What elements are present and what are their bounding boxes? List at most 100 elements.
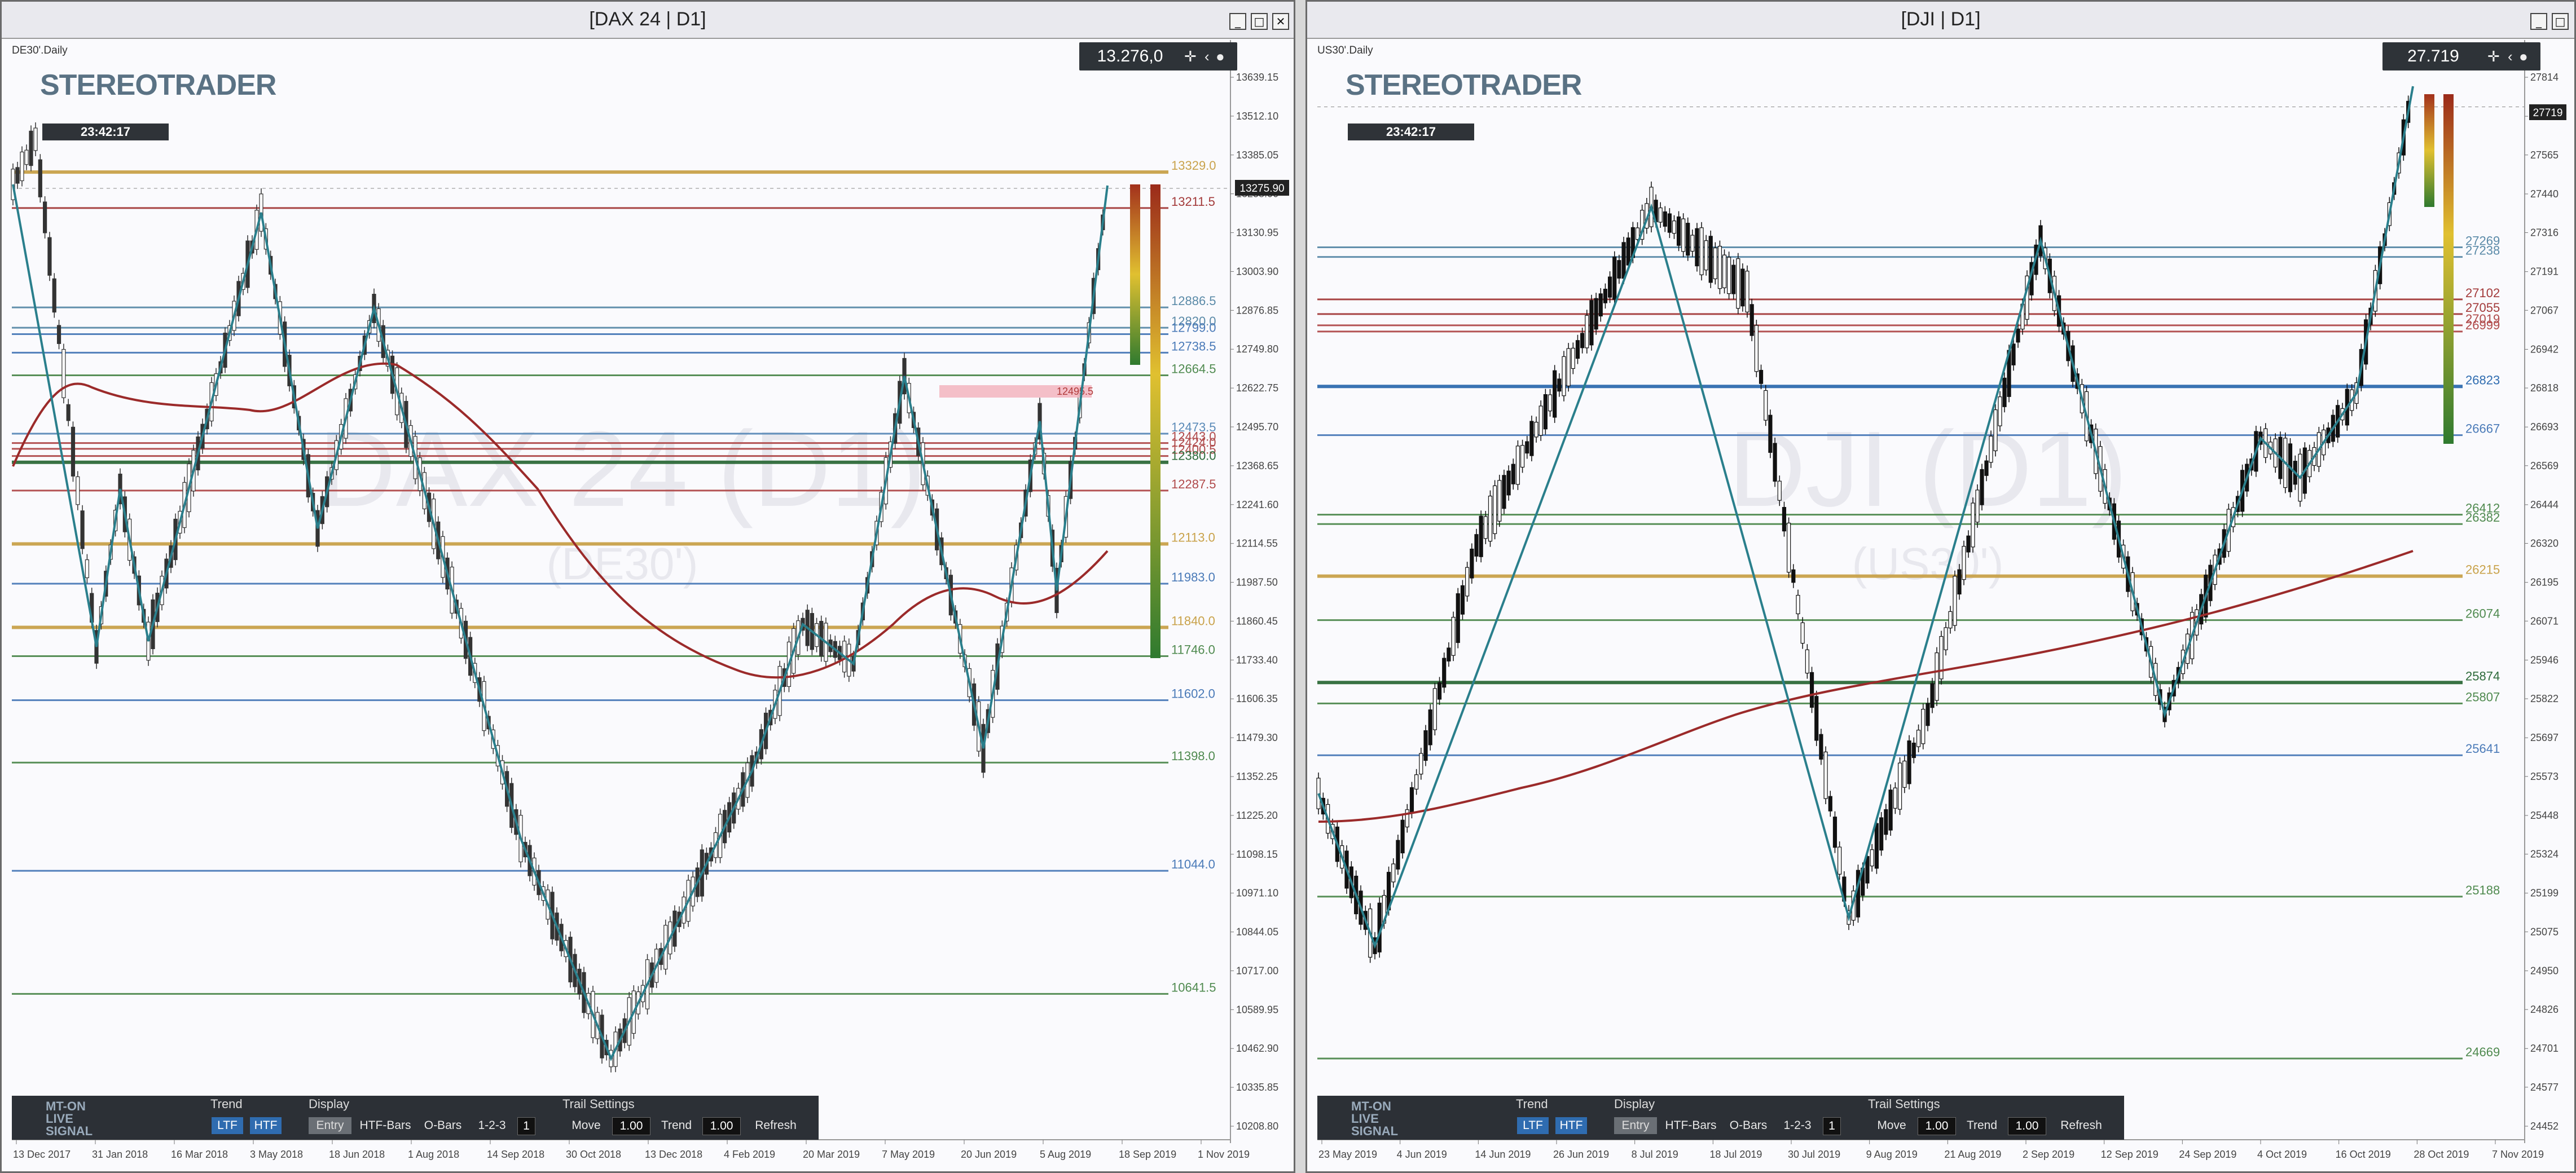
display-count-input[interactable]: 1 bbox=[517, 1117, 535, 1135]
dax-price-chart[interactable]: DAX 24 (D1) (DE30') 13329.013211.512886.… bbox=[2, 38, 1294, 1171]
x-tick-label: 3 May 2018 bbox=[250, 1149, 303, 1160]
level-label: 26382 bbox=[2465, 510, 2500, 524]
arrow-icon[interactable]: ✛ bbox=[1184, 42, 1197, 70]
trail-settings-title: Trail Settings bbox=[1868, 1097, 1940, 1111]
x-tick-label: 5 Aug 2019 bbox=[1040, 1149, 1091, 1160]
display-entry-toggle[interactable]: Entry bbox=[309, 1117, 351, 1134]
arrow-icon[interactable]: ✛ bbox=[2487, 42, 2500, 70]
x-tick-label: 1 Aug 2018 bbox=[408, 1149, 459, 1160]
y-tick-label: 27316 bbox=[2530, 227, 2559, 239]
trend-title: Trend bbox=[210, 1097, 243, 1111]
chevron-left-icon[interactable]: ‹ bbox=[1205, 42, 1210, 70]
y-tick-label: 26693 bbox=[2530, 421, 2559, 433]
candle-body bbox=[1525, 441, 1529, 454]
x-tick-label: 20 Jun 2019 bbox=[961, 1149, 1017, 1160]
candle-body bbox=[1902, 760, 1907, 788]
level-label: 12287.5 bbox=[1171, 477, 1216, 491]
signal-bar-green bbox=[2424, 94, 2434, 207]
toggle-icon[interactable]: ● bbox=[1216, 42, 1225, 70]
y-tick-label: 13639.15 bbox=[1236, 72, 1278, 83]
level-label: 26074 bbox=[2465, 607, 2500, 621]
candle-body bbox=[1456, 593, 1460, 643]
trend-ltf-toggle[interactable]: LTF bbox=[1517, 1117, 1549, 1134]
display-o-bars-toggle[interactable]: O-Bars bbox=[420, 1117, 465, 1134]
candle-body bbox=[20, 151, 24, 182]
toggle-icon[interactable]: ● bbox=[2519, 42, 2528, 70]
y-tick-label: 24701 bbox=[2530, 1043, 2559, 1054]
dji-chart-window[interactable]: [DJI | D1] _ □ DJI (D1) (US30') 27269 272… bbox=[1305, 0, 2576, 1173]
plot-area bbox=[12, 40, 1230, 1140]
trend-ltf-toggle[interactable]: LTF bbox=[212, 1117, 243, 1134]
candle-body bbox=[1838, 846, 1842, 875]
display-htf-bars-toggle[interactable]: HTF-Bars bbox=[1663, 1117, 1719, 1134]
display-o-bars-toggle[interactable]: O-Bars bbox=[1726, 1117, 1771, 1134]
y-tick-label: 25199 bbox=[2530, 888, 2559, 899]
signal-bar-green bbox=[1130, 184, 1140, 365]
y-tick-label: 13385.05 bbox=[1236, 149, 1278, 161]
display-123-toggle[interactable]: 1-2-3 bbox=[472, 1117, 512, 1134]
maximize-button[interactable]: □ bbox=[2552, 13, 2569, 30]
candle-body bbox=[1782, 507, 1787, 532]
minimize-button[interactable]: _ bbox=[1229, 13, 1246, 30]
y-tick-label: 10971.10 bbox=[1236, 888, 1278, 899]
candle-body bbox=[1975, 490, 1980, 523]
y-tick-label: 12368.65 bbox=[1236, 460, 1278, 471]
y-tick-label: 24950 bbox=[2530, 965, 2559, 976]
y-tick-label: 27067 bbox=[2530, 305, 2559, 316]
refresh-button[interactable]: Refresh bbox=[2053, 1117, 2109, 1134]
candle-body bbox=[1791, 569, 1796, 583]
display-entry-toggle[interactable]: Entry bbox=[1614, 1117, 1657, 1134]
candle-body bbox=[1921, 708, 1926, 744]
candle-body bbox=[1800, 622, 1805, 644]
candle-body bbox=[1423, 730, 1428, 761]
y-tick-label: 25324 bbox=[2530, 849, 2559, 860]
x-tick-label: 7 May 2019 bbox=[882, 1149, 935, 1160]
candle-body bbox=[52, 278, 56, 313]
chevron-left-icon[interactable]: ‹ bbox=[2508, 42, 2513, 70]
display-htf-bars-toggle[interactable]: HTF-Bars bbox=[357, 1117, 414, 1134]
window-titlebar[interactable]: [DAX 24 | D1] _ □ ✕ bbox=[2, 2, 1294, 39]
x-tick-label: 4 Jun 2019 bbox=[1397, 1149, 1447, 1160]
y-tick-label: 27814 bbox=[2530, 72, 2559, 83]
candle-body bbox=[80, 510, 85, 549]
candle-body bbox=[1603, 289, 1608, 303]
display-count-input[interactable]: 1 bbox=[1823, 1117, 1841, 1135]
candle-body bbox=[1993, 409, 1998, 451]
candle-body bbox=[1589, 300, 1594, 346]
trail-trend-input[interactable]: 1.00 bbox=[702, 1117, 741, 1135]
trend-htf-toggle[interactable]: HTF bbox=[250, 1117, 282, 1134]
candle-body bbox=[1819, 734, 1823, 760]
trail-move-input[interactable]: 1.00 bbox=[1918, 1117, 1956, 1135]
level-label: 11044.0 bbox=[1171, 857, 1215, 871]
candle-body bbox=[24, 149, 29, 165]
level-label: 26667 bbox=[2465, 422, 2500, 436]
x-tick-label: 8 Jul 2019 bbox=[1632, 1149, 1678, 1160]
candle-body bbox=[1405, 809, 1409, 828]
candle-body bbox=[1957, 569, 1962, 595]
candle-body bbox=[1699, 227, 1704, 275]
candle-body bbox=[1432, 688, 1437, 730]
window-titlebar[interactable]: [DJI | D1] _ □ bbox=[1307, 2, 2574, 39]
candle-body bbox=[15, 167, 20, 184]
candle-body bbox=[1948, 611, 1953, 629]
y-tick-label: 26444 bbox=[2530, 499, 2559, 510]
maximize-button[interactable]: □ bbox=[1251, 13, 1268, 30]
trail-move-input[interactable]: 1.00 bbox=[612, 1117, 650, 1135]
level-label: 12886.5 bbox=[1171, 294, 1216, 308]
candle-body bbox=[1971, 502, 1975, 548]
level-label: 26999 bbox=[2465, 318, 2500, 332]
candle-body bbox=[1736, 258, 1740, 309]
dax-chart-window[interactable]: [DAX 24 | D1] _ □ ✕ DAX 24 (D1) (DE30') … bbox=[0, 0, 1295, 1173]
close-button[interactable]: ✕ bbox=[1272, 13, 1289, 30]
refresh-button[interactable]: Refresh bbox=[748, 1117, 804, 1134]
display-123-toggle[interactable]: 1-2-3 bbox=[1778, 1117, 1817, 1134]
trail-trend-input[interactable]: 1.00 bbox=[2008, 1117, 2046, 1135]
level-label: 13329.0 bbox=[1171, 158, 1216, 173]
candle-body bbox=[1447, 647, 1451, 662]
trend-htf-toggle[interactable]: HTF bbox=[1555, 1117, 1587, 1134]
x-tick-label: 1 Nov 2019 bbox=[1198, 1149, 1250, 1160]
dji-price-chart[interactable]: DJI (D1) (US30') 27269272382710227055270… bbox=[1307, 38, 2575, 1171]
candle-body bbox=[38, 159, 42, 197]
x-tick-label: 13 Dec 2018 bbox=[645, 1149, 702, 1160]
minimize-button[interactable]: _ bbox=[2530, 13, 2547, 30]
